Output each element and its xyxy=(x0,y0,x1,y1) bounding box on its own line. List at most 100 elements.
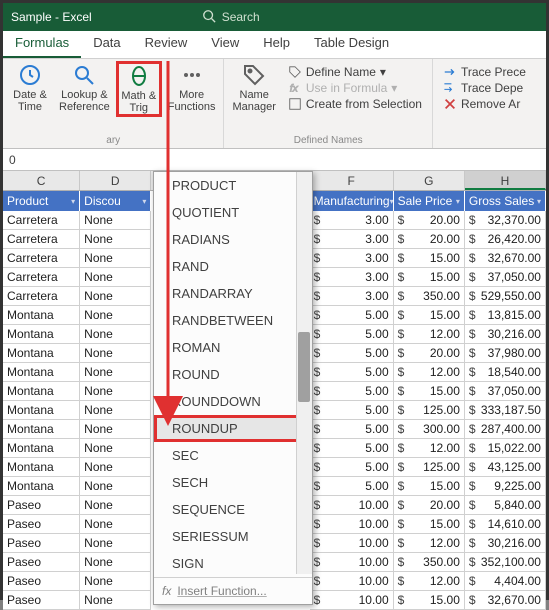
cell-discount[interactable]: None xyxy=(80,325,151,344)
create-from-selection-button[interactable]: Create from Selection xyxy=(288,97,422,111)
cell-product[interactable]: Carretera xyxy=(3,268,80,287)
cell-manufacturing[interactable]: 10.00 xyxy=(310,534,394,553)
use-in-formula-button[interactable]: fxUse in Formula▾ xyxy=(288,81,422,95)
tab-formulas[interactable]: Formulas xyxy=(3,31,81,58)
cell-sale-price[interactable]: 350.00 xyxy=(394,553,465,572)
math-trig-button[interactable]: Math & Trig xyxy=(116,61,162,117)
cell-manufacturing[interactable]: 10.00 xyxy=(310,553,394,572)
dropdown-item-sec[interactable]: SEC xyxy=(154,442,312,469)
cell-gross-sales[interactable]: 32,370.00 xyxy=(465,211,546,230)
dropdown-item-roundup[interactable]: ROUNDUP xyxy=(154,415,312,442)
dropdown-item-rounddown[interactable]: ROUNDDOWN xyxy=(154,388,312,415)
cell-gross-sales[interactable]: 30,216.00 xyxy=(465,534,546,553)
cell-product[interactable]: Montana xyxy=(3,439,80,458)
cell-manufacturing[interactable]: 10.00 xyxy=(310,515,394,534)
more-functions-button[interactable]: More Functions xyxy=(164,61,220,117)
cell-gross-sales[interactable]: 287,400.00 xyxy=(465,420,546,439)
cell-product[interactable]: Montana xyxy=(3,306,80,325)
dropdown-item-sequence[interactable]: SEQUENCE xyxy=(154,496,312,523)
dropdown-item-roman[interactable]: ROMAN xyxy=(154,334,312,361)
trace-dependents-button[interactable]: Trace Depe xyxy=(443,81,526,95)
cell-discount[interactable]: None xyxy=(80,401,151,420)
cell-sale-price[interactable]: 20.00 xyxy=(394,230,465,249)
cell-gross-sales[interactable]: 30,216.00 xyxy=(465,325,546,344)
cell-discount[interactable]: None xyxy=(80,287,151,306)
cell-gross-sales[interactable]: 14,610.00 xyxy=(465,515,546,534)
cell-gross-sales[interactable]: 26,420.00 xyxy=(465,230,546,249)
dropdown-item-sign[interactable]: SIGN xyxy=(154,550,312,577)
col-header-f[interactable]: F xyxy=(310,171,394,190)
cell-gross-sales[interactable]: 333,187.50 xyxy=(465,401,546,420)
cell-product[interactable]: Carretera xyxy=(3,249,80,268)
col-header-c[interactable]: C xyxy=(3,171,80,190)
cell-manufacturing[interactable]: 10.00 xyxy=(310,496,394,515)
formula-input[interactable]: 0 xyxy=(3,153,546,167)
cell-product[interactable]: Montana xyxy=(3,363,80,382)
cell-manufacturing[interactable]: 5.00 xyxy=(310,477,394,496)
cell-manufacturing[interactable]: 5.00 xyxy=(310,325,394,344)
cell-manufacturing[interactable]: 5.00 xyxy=(310,401,394,420)
cell-product[interactable]: Montana xyxy=(3,401,80,420)
cell-product[interactable]: Paseo xyxy=(3,572,80,591)
cell-product[interactable]: Paseo xyxy=(3,515,80,534)
cell-product[interactable]: Paseo xyxy=(3,496,80,515)
th-discount[interactable]: Discou xyxy=(80,191,151,211)
cell-gross-sales[interactable]: 13,815.00 xyxy=(465,306,546,325)
date-time-button[interactable]: Date & Time xyxy=(7,61,53,117)
dropdown-item-randbetween[interactable]: RANDBETWEEN xyxy=(154,307,312,334)
cell-sale-price[interactable]: 20.00 xyxy=(394,496,465,515)
cell-product[interactable]: Montana xyxy=(3,477,80,496)
cell-discount[interactable]: None xyxy=(80,268,151,287)
cell-sale-price[interactable]: 20.00 xyxy=(394,344,465,363)
trace-precedents-button[interactable]: Trace Prece xyxy=(443,65,526,79)
col-header-g[interactable]: G xyxy=(394,171,465,190)
tab-view[interactable]: View xyxy=(199,31,251,58)
cell-product[interactable]: Montana xyxy=(3,382,80,401)
cell-discount[interactable]: None xyxy=(80,591,151,610)
cell-discount[interactable]: None xyxy=(80,572,151,591)
dropdown-item-seriessum[interactable]: SERIESSUM xyxy=(154,523,312,550)
cell-sale-price[interactable]: 15.00 xyxy=(394,382,465,401)
cell-sale-price[interactable]: 350.00 xyxy=(394,287,465,306)
dropdown-item-rand[interactable]: RAND xyxy=(154,253,312,280)
cell-gross-sales[interactable]: 9,225.00 xyxy=(465,477,546,496)
col-header-h[interactable]: H xyxy=(465,171,546,190)
cell-discount[interactable]: None xyxy=(80,382,151,401)
dropdown-item-quotient[interactable]: QUOTIENT xyxy=(154,199,312,226)
col-header-d[interactable]: D xyxy=(80,171,151,190)
cell-sale-price[interactable]: 12.00 xyxy=(394,534,465,553)
cell-discount[interactable]: None xyxy=(80,230,151,249)
cell-manufacturing[interactable]: 5.00 xyxy=(310,458,394,477)
cell-sale-price[interactable]: 12.00 xyxy=(394,572,465,591)
cell-sale-price[interactable]: 125.00 xyxy=(394,458,465,477)
cell-sale-price[interactable]: 15.00 xyxy=(394,268,465,287)
cell-manufacturing[interactable]: 10.00 xyxy=(310,572,394,591)
th-sale-price[interactable]: Sale Price xyxy=(394,191,465,211)
cell-manufacturing[interactable]: 10.00 xyxy=(310,591,394,610)
cell-gross-sales[interactable]: 529,550.00 xyxy=(465,287,546,306)
cell-discount[interactable]: None xyxy=(80,306,151,325)
cell-manufacturing[interactable]: 3.00 xyxy=(310,249,394,268)
cell-gross-sales[interactable]: 352,100.00 xyxy=(465,553,546,572)
cell-sale-price[interactable]: 15.00 xyxy=(394,306,465,325)
cell-gross-sales[interactable]: 37,050.00 xyxy=(465,382,546,401)
cell-product[interactable]: Montana xyxy=(3,344,80,363)
name-manager-button[interactable]: Name Manager xyxy=(228,61,279,115)
cell-sale-price[interactable]: 15.00 xyxy=(394,249,465,268)
cell-sale-price[interactable]: 300.00 xyxy=(394,420,465,439)
remove-arrows-button[interactable]: Remove Ar xyxy=(443,97,526,111)
cell-manufacturing[interactable]: 5.00 xyxy=(310,420,394,439)
cell-product[interactable]: Paseo xyxy=(3,553,80,572)
cell-gross-sales[interactable]: 32,670.00 xyxy=(465,249,546,268)
cell-gross-sales[interactable]: 4,404.00 xyxy=(465,572,546,591)
cell-sale-price[interactable]: 15.00 xyxy=(394,477,465,496)
cell-discount[interactable]: None xyxy=(80,439,151,458)
cell-manufacturing[interactable]: 5.00 xyxy=(310,439,394,458)
cell-product[interactable]: Paseo xyxy=(3,591,80,610)
dropdown-item-radians[interactable]: RADIANS xyxy=(154,226,312,253)
th-product[interactable]: Product xyxy=(3,191,80,211)
cell-gross-sales[interactable]: 32,670.00 xyxy=(465,591,546,610)
cell-gross-sales[interactable]: 43,125.00 xyxy=(465,458,546,477)
tab-table-design[interactable]: Table Design xyxy=(302,31,401,58)
cell-sale-price[interactable]: 12.00 xyxy=(394,439,465,458)
